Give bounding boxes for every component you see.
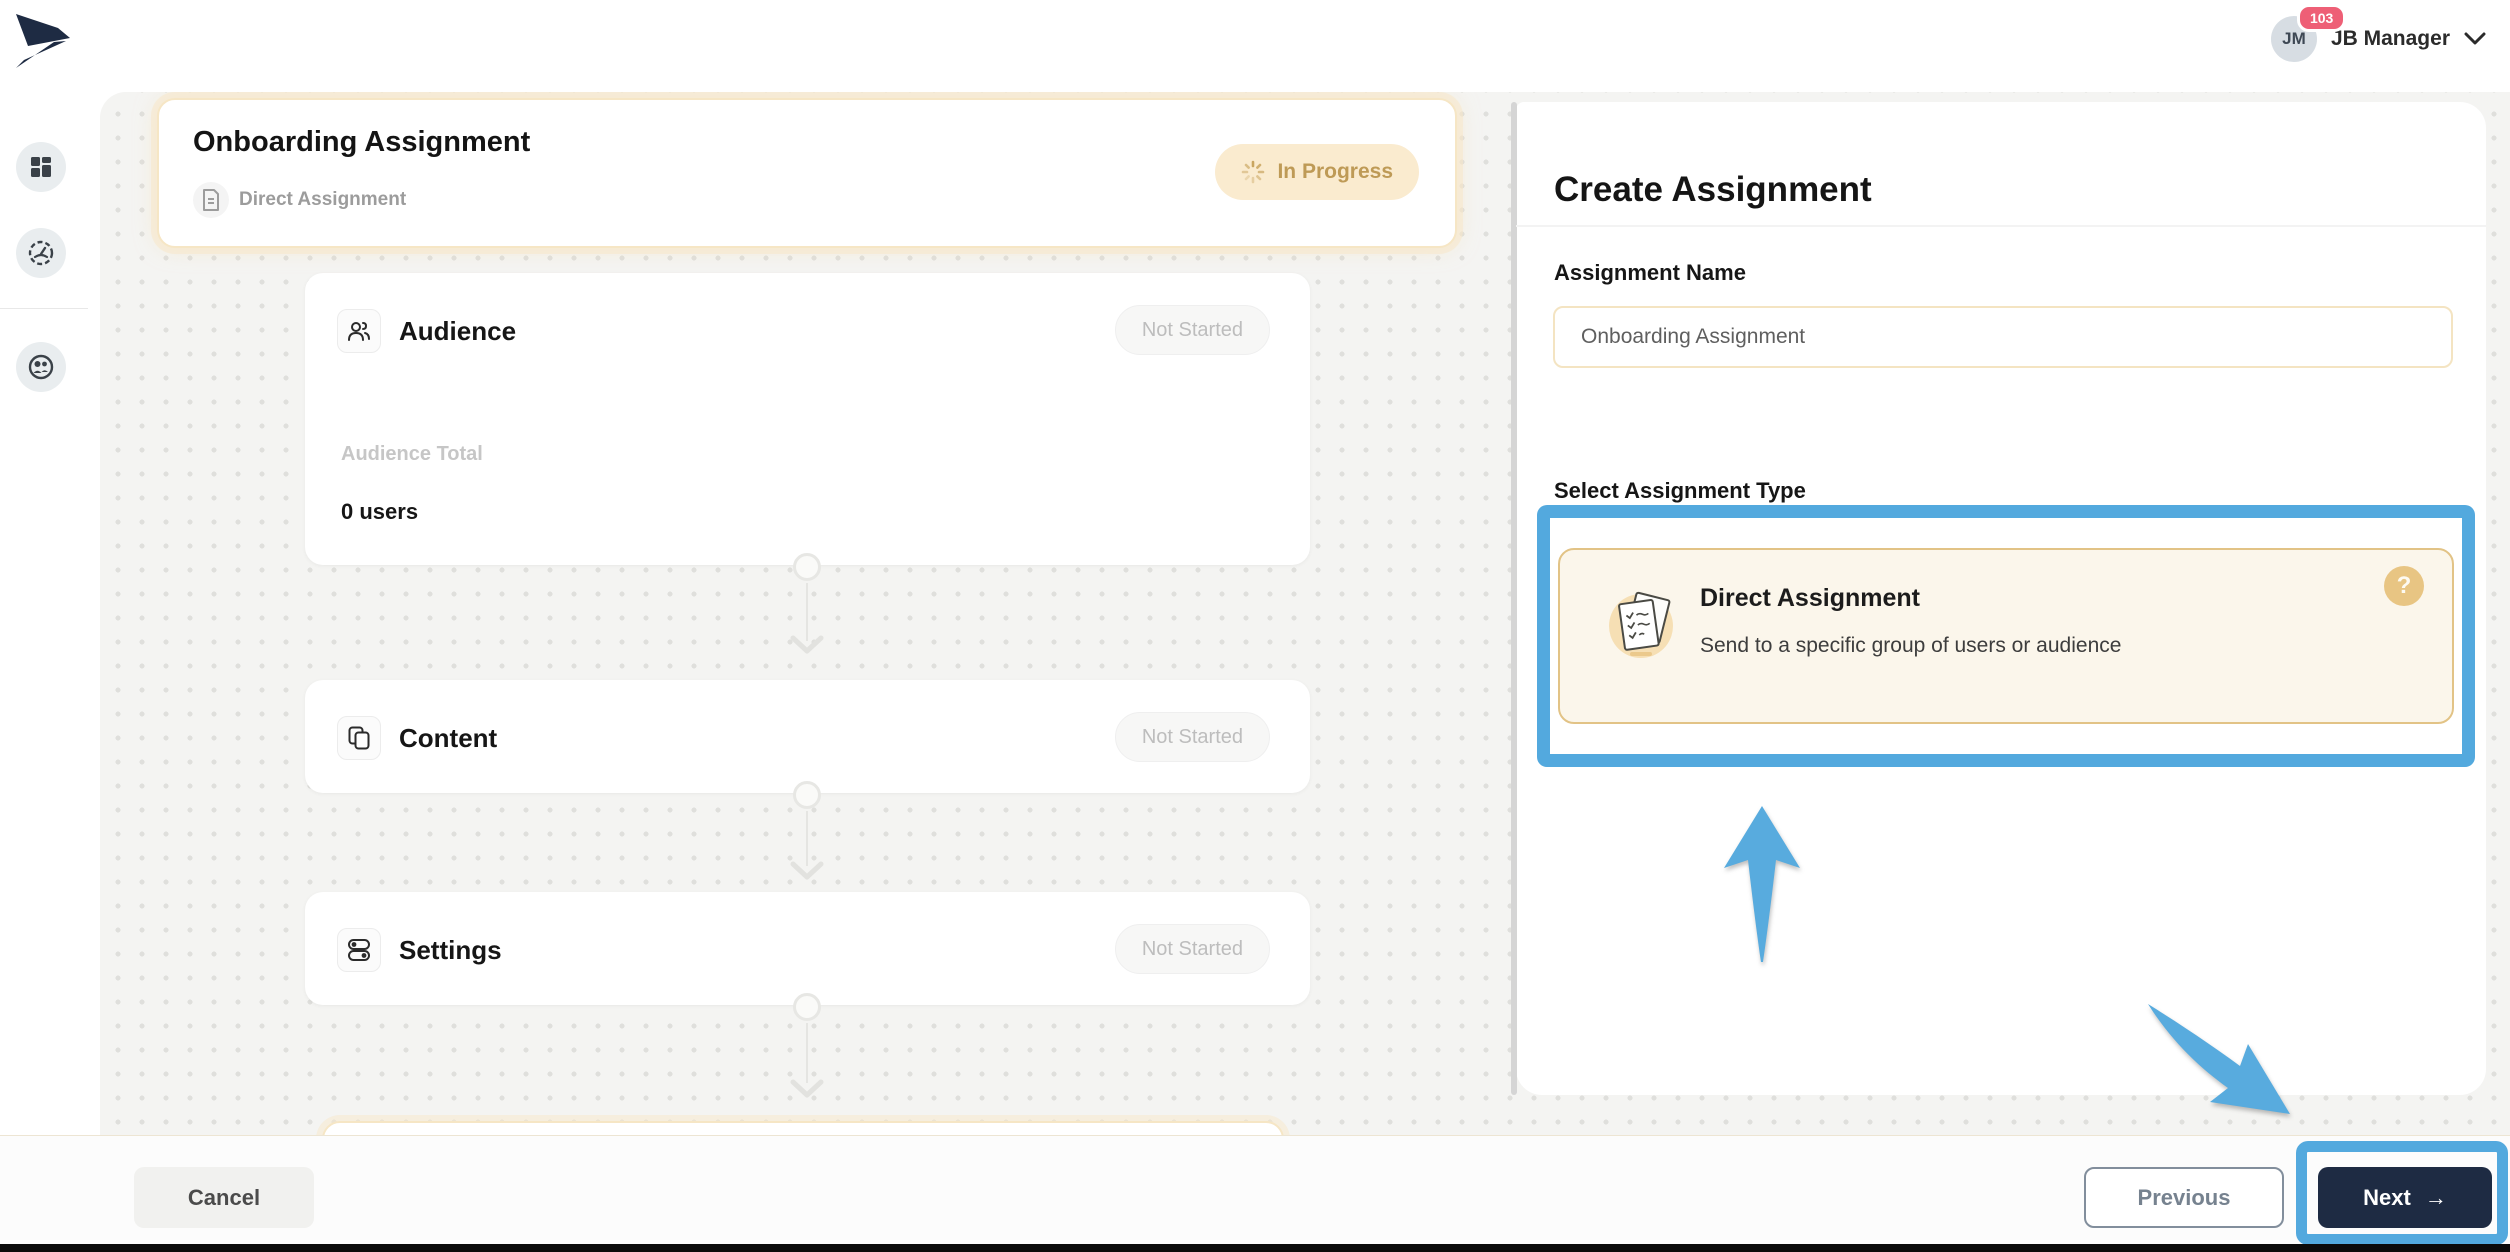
sidebar <box>0 92 100 1252</box>
people-icon <box>28 354 54 380</box>
settings-icon <box>337 928 381 972</box>
cancel-button[interactable]: Cancel <box>134 1167 314 1228</box>
assignment-subtitle: Direct Assignment <box>239 189 407 210</box>
chevron-down-icon[interactable] <box>2464 32 2486 46</box>
next-button[interactable]: Next → <box>2318 1167 2492 1228</box>
previous-button[interactable]: Previous <box>2084 1167 2284 1228</box>
document-icon <box>193 182 229 218</box>
type-option-direct-assignment[interactable]: Direct Assignment Send to a specific gro… <box>1558 548 2454 724</box>
connector-line <box>806 1023 808 1083</box>
content-icon <box>337 716 381 760</box>
step-status-badge: Not Started <box>1114 305 1270 355</box>
type-option-title: Direct Assignment <box>1700 584 1920 612</box>
connector-arrow-icon <box>790 1079 824 1098</box>
top-bar: JM 103 JB Manager <box>0 0 2510 92</box>
connector-line <box>806 583 808 641</box>
gauge-icon <box>28 240 54 266</box>
spinner-icon <box>1242 160 1265 184</box>
panel-scrollbar[interactable] <box>1511 102 1517 1095</box>
assignment-title: Onboarding Assignment <box>193 126 531 158</box>
status-badge-label: In Progress <box>1277 160 1393 183</box>
step-title: Audience <box>399 315 517 346</box>
next-button-label: Next <box>2363 1184 2411 1210</box>
step-card-settings[interactable]: Settings Not Started <box>305 892 1310 1005</box>
panel-divider <box>1516 225 2486 227</box>
audience-total-value: 0 users <box>341 499 419 524</box>
bottom-strip <box>0 1244 2510 1252</box>
status-badge-in-progress: In Progress <box>1215 144 1419 200</box>
type-option-description: Send to a specific group of users or aud… <box>1700 634 2122 657</box>
assignment-name-label: Assignment Name <box>1554 260 1746 285</box>
user-name: JB Manager <box>2330 27 2450 50</box>
assignment-name-input[interactable] <box>1553 306 2453 368</box>
annotation-arrow-diagonal-icon <box>2148 1004 2290 1114</box>
user-menu[interactable]: JM 103 JB Manager <box>2270 4 2486 62</box>
footer-bar: Cancel Previous Next → <box>0 1135 2510 1244</box>
connector-arrow-icon <box>790 861 824 880</box>
step-title: Content <box>399 722 498 753</box>
connector-line <box>806 811 808 866</box>
papers-illustration-icon <box>1609 591 1673 658</box>
app-root: JM 103 JB Manager Onboarding Assignment … <box>0 0 2510 1252</box>
step-card-content[interactable]: Content Not Started <box>305 680 1310 793</box>
dashboard-icon <box>31 157 51 177</box>
notification-badge: 103 <box>2296 4 2347 32</box>
connector-node <box>793 553 821 581</box>
step-status-badge: Not Started <box>1114 924 1270 974</box>
sidebar-item-gauge[interactable] <box>16 228 66 278</box>
step-card-audience[interactable]: Audience Not Started Audience Total 0 us… <box>305 273 1310 565</box>
annotation-arrow-up-icon <box>1724 806 1800 962</box>
assignment-type-label: Select Assignment Type <box>1554 478 1806 503</box>
audience-icon <box>337 309 381 353</box>
sidebar-item-people[interactable] <box>16 342 66 392</box>
connector-arrow-icon <box>790 635 824 654</box>
avatar[interactable]: JM 103 <box>2270 4 2347 62</box>
connector-node <box>793 993 821 1021</box>
sidebar-divider <box>0 308 88 309</box>
step-title: Settings <box>399 934 502 965</box>
panel-title: Create Assignment <box>1554 170 1872 209</box>
arrow-right-icon: → <box>2424 1184 2447 1210</box>
audience-total-label: Audience Total <box>341 443 483 465</box>
assignment-header-card: Onboarding Assignment Direct Assignment <box>157 98 1457 248</box>
step-status-badge: Not Started <box>1114 712 1270 762</box>
help-icon[interactable]: ? <box>2384 566 2424 606</box>
brand-logo-icon <box>16 14 70 68</box>
connector-node <box>793 781 821 809</box>
sidebar-item-dashboard[interactable] <box>16 142 66 192</box>
